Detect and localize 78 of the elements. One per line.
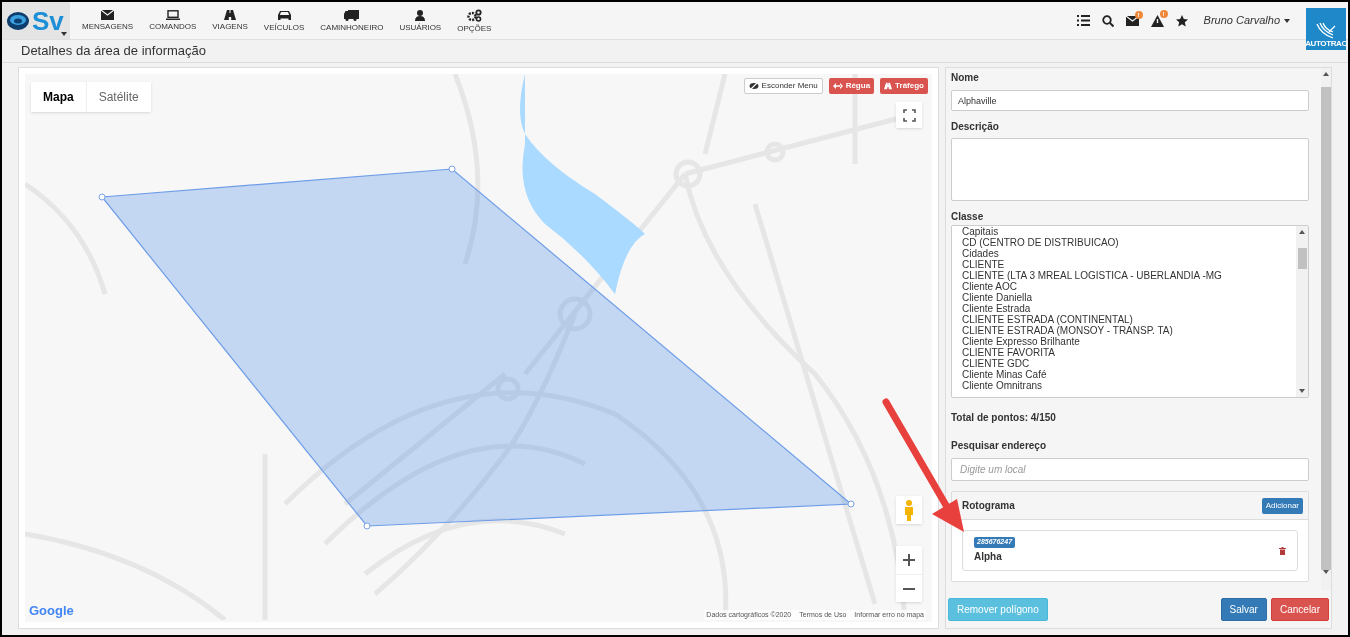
fullscreen-button[interactable] xyxy=(896,102,922,128)
list-option[interactable]: Cliente AOC xyxy=(962,281,1296,292)
list-option[interactable]: Cliente Daniella xyxy=(962,292,1296,303)
minus-icon xyxy=(903,587,915,590)
gears-icon xyxy=(466,8,482,22)
map-button[interactable]: Régua xyxy=(828,78,875,94)
map-button[interactable]: Tráfego xyxy=(880,78,928,94)
eye-logo-icon xyxy=(6,10,30,31)
form-button[interactable]: Cancelar xyxy=(1270,597,1329,621)
nav-menu-item[interactable]: MENSAGENS xyxy=(74,2,142,39)
field-label: Classe xyxy=(951,210,985,224)
delete-button[interactable] xyxy=(1279,546,1286,555)
plus-icon xyxy=(903,554,915,566)
car-icon xyxy=(276,9,292,21)
caret-icon xyxy=(61,32,67,36)
nav-menu-item[interactable]: VEÍCULOS xyxy=(255,2,313,39)
add-button[interactable]: Adicionar xyxy=(1261,497,1303,514)
list-option[interactable]: Cliente Omnitrans xyxy=(962,380,1296,391)
user-name[interactable]: Bruno Carvalho xyxy=(1203,12,1280,29)
scroll-up-icon[interactable] xyxy=(1299,230,1305,234)
scroll-down-icon[interactable] xyxy=(1299,389,1305,393)
toolbar-button[interactable] xyxy=(1175,14,1188,27)
list-option[interactable]: Cidades xyxy=(962,248,1296,259)
nav-menu-item[interactable]: COMANDOS xyxy=(141,2,205,39)
description-field[interactable] xyxy=(951,138,1309,201)
item-name: Alpha xyxy=(974,549,1002,564)
scrollbar-thumb[interactable] xyxy=(1297,248,1307,269)
nav-menu-item[interactable]: CAMINHONEIRO xyxy=(312,2,392,39)
nav-menu-item[interactable]: USUÁRIOS xyxy=(391,2,450,39)
map-type-tab[interactable]: Satélite xyxy=(85,82,151,112)
list-option[interactable]: Cliente Minas Café xyxy=(962,369,1296,380)
points-total: Total de pontos: 4/150 xyxy=(951,411,1057,425)
road-icon xyxy=(224,10,237,20)
list-option[interactable]: Cliente Estrada xyxy=(962,303,1296,314)
list-option[interactable]: Capitais xyxy=(962,226,1296,237)
warning-icon xyxy=(1150,14,1164,27)
scroll-up-icon[interactable] xyxy=(1323,72,1329,76)
user-icon xyxy=(415,9,426,21)
list-option[interactable]: CLIENTE xyxy=(962,259,1296,270)
road-icon xyxy=(884,82,893,90)
list-option[interactable]: Cliente Expresso Brilhante xyxy=(962,336,1296,347)
name-field[interactable]: Alphaville xyxy=(951,90,1309,111)
truck-icon xyxy=(344,9,360,21)
nav-menu-item[interactable]: OPÇÕES xyxy=(449,2,500,39)
list-option[interactable]: CLIENTE (LTA 3 MREAL LOGISTICA - UBERLANDIA -MG xyxy=(962,270,1296,281)
list-option[interactable]: CLIENTE ESTRADA (MONSOY - TRANSP. TA) xyxy=(962,325,1296,336)
trash-icon xyxy=(1279,546,1286,555)
eye-slash-icon xyxy=(748,82,759,90)
form-button[interactable]: Salvar xyxy=(1220,597,1267,621)
field-label: Pesquisar endereço xyxy=(951,439,1048,453)
envelope-icon xyxy=(1125,15,1139,26)
page-title: Detalhes da área de informação xyxy=(21,42,206,61)
list-option[interactable]: CLIENTE GDC xyxy=(962,358,1296,369)
double-arrow-icon xyxy=(832,83,843,89)
star-icon xyxy=(1175,14,1188,27)
class-listbox[interactable] xyxy=(951,225,1309,398)
panel-title: Rotograma xyxy=(962,499,1015,513)
google-logo: Google xyxy=(29,601,74,620)
search-icon xyxy=(1101,14,1114,27)
nav-menu-item[interactable]: VIAGENS xyxy=(204,2,256,39)
toolbar-button[interactable] xyxy=(1101,14,1114,27)
list-icon xyxy=(1076,15,1090,26)
swoosh-logo-icon xyxy=(1315,22,1337,40)
field-label: Descrição xyxy=(951,120,1000,134)
map-type-tab[interactable]: Mapa xyxy=(31,82,86,112)
field-label: Nome xyxy=(951,71,980,85)
toolbar-button[interactable] xyxy=(1076,15,1090,26)
caret-icon xyxy=(1284,18,1290,23)
envelope-icon xyxy=(101,10,115,20)
scrollbar[interactable] xyxy=(1296,226,1308,397)
list-option[interactable]: CLIENTE ESTRADA (CONTINENTAL) xyxy=(962,314,1296,325)
fullscreen-icon xyxy=(902,108,916,122)
list-option[interactable]: CD (CENTRO DE DISTRIBUICAO) xyxy=(962,237,1296,248)
map-button[interactable]: Esconder Menu xyxy=(743,78,823,94)
pegman-icon xyxy=(903,499,915,521)
list-option[interactable]: CLIENTE FAVORITA xyxy=(962,347,1296,358)
laptop-icon xyxy=(165,10,180,20)
address-search-field[interactable]: Digite um local xyxy=(951,458,1309,481)
